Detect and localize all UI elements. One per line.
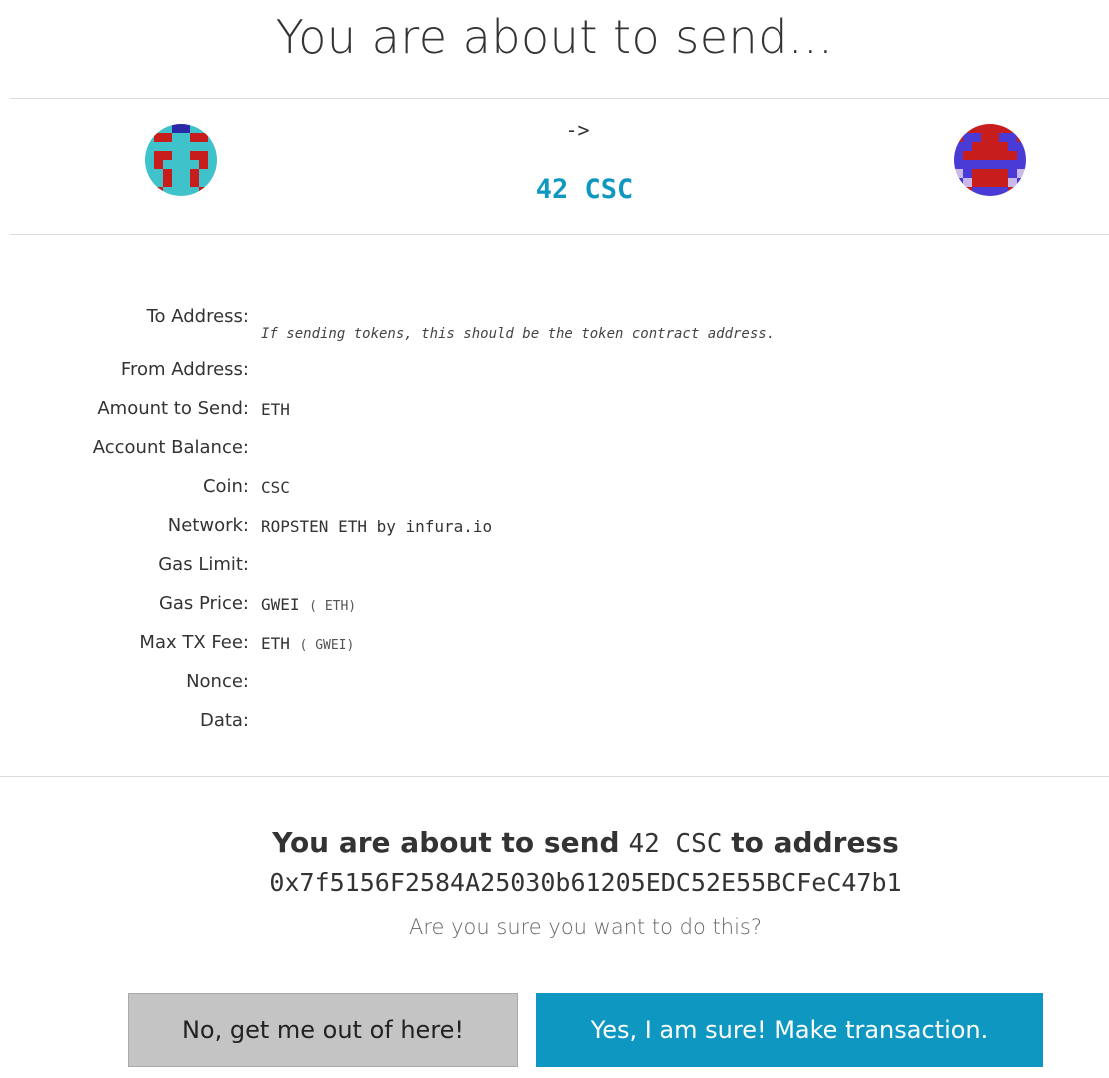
amount-label: Amount to Send: [97,398,249,419]
to-identicon-icon [954,124,1026,196]
detail-data: Data: [0,710,1109,740]
divider-bottom [0,776,1109,777]
confirm-transaction-button[interactable]: Yes, I am sure! Make transaction. [536,993,1043,1067]
gas-price-value: GWEI ( ETH) [261,595,356,614]
detail-balance: Account Balance: [0,437,1109,467]
network-value: ROPSTEN ETH by infura.io [261,517,493,536]
summary-suffix: to address [731,826,899,859]
detail-gas-limit: Gas Limit: [0,554,1109,584]
balance-label: Account Balance: [92,437,249,458]
detail-to-address: To Address: If sending tokens, this shou… [0,306,1109,342]
transfer-arrow: -> [565,118,590,142]
destination-address: 0x7f5156F2584A25030b61205EDC52E55BCFeC47… [269,868,902,897]
gas-price-unit: GWEI [261,595,300,614]
gas-price-label: Gas Price: [158,593,249,614]
detail-max-fee: Max TX Fee: ETH ( GWEI) [0,632,1109,662]
from-address-label: From Address: [120,359,249,380]
coin-value: CSC [261,478,290,497]
data-label: Data: [199,710,249,731]
max-fee-value: ETH ( GWEI) [261,634,354,653]
confirmation-summary: You are about to send 42 CSC to address [0,826,1109,859]
cancel-button[interactable]: No, get me out of here! [128,993,518,1067]
max-fee-sub: ( GWEI) [299,638,355,653]
detail-nonce: Nonce: [0,671,1109,701]
coin-label: Coin: [202,476,249,497]
divider-mid [10,234,1109,235]
gas-price-sub: ( ETH) [309,599,357,614]
summary-prefix: You are about to send [272,826,620,859]
to-address-label: To Address: [146,306,249,327]
confirmation-question: Are you sure you want to do this? [408,915,762,939]
detail-network: Network: ROPSTEN ETH by infura.io [0,515,1109,545]
page-title: You are about to send... [275,10,834,64]
max-fee-label: Max TX Fee: [139,632,249,653]
amount-value: ETH [261,400,290,419]
gas-limit-label: Gas Limit: [158,554,249,575]
detail-amount: Amount to Send: ETH [0,398,1109,428]
divider-top [10,98,1109,99]
detail-gas-price: Gas Price: GWEI ( ETH) [0,593,1109,623]
nonce-label: Nonce: [186,671,249,692]
to-address-hint: If sending tokens, this should be the to… [261,326,776,342]
max-fee-unit: ETH [261,634,290,653]
detail-from-address: From Address: [0,359,1109,389]
network-label: Network: [167,515,249,536]
transfer-amount: 42 CSC [535,174,634,205]
summary-amount: 42 CSC [628,829,723,859]
detail-coin: Coin: CSC [0,476,1109,506]
